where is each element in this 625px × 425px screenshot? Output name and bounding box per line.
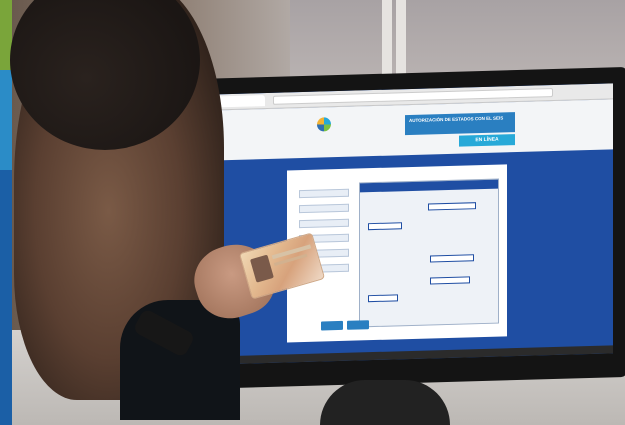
- id-panel-header: [360, 179, 498, 193]
- form-button-secondary[interactable]: [347, 320, 369, 330]
- monitor-screen: AUTORIZACIÓN DE ESTADOS CON EL SEIS EN L…: [209, 83, 613, 365]
- id-callout: [368, 294, 398, 303]
- id-callout: [368, 222, 402, 231]
- id-callout: [428, 202, 476, 211]
- id-callout: [430, 254, 474, 263]
- site-header: AUTORIZACIÓN DE ESTADOS CON EL SEIS EN L…: [209, 99, 613, 161]
- form-button-primary[interactable]: [321, 320, 343, 331]
- online-badge: EN LÍNEA: [459, 134, 515, 147]
- left-blue-stripe: [0, 70, 12, 170]
- id-callout: [430, 276, 470, 285]
- photo-scene: AUTORIZACIÓN DE ESTADOS CON EL SEIS EN L…: [0, 0, 625, 425]
- form-field[interactable]: [299, 188, 349, 199]
- form-card: [287, 164, 507, 343]
- form-field[interactable]: [299, 218, 349, 229]
- form-field[interactable]: [299, 203, 349, 214]
- service-banner: AUTORIZACIÓN DE ESTADOS CON EL SEIS: [405, 112, 515, 136]
- site-logo-icon: [317, 117, 331, 132]
- left-darkblue-stripe: [0, 170, 12, 425]
- windows-taskbar: [209, 345, 613, 365]
- id-card-guide-panel: [359, 178, 499, 328]
- computer-monitor: AUTORIZACIÓN DE ESTADOS CON EL SEIS EN L…: [195, 66, 625, 390]
- id-card-photo: [249, 254, 274, 283]
